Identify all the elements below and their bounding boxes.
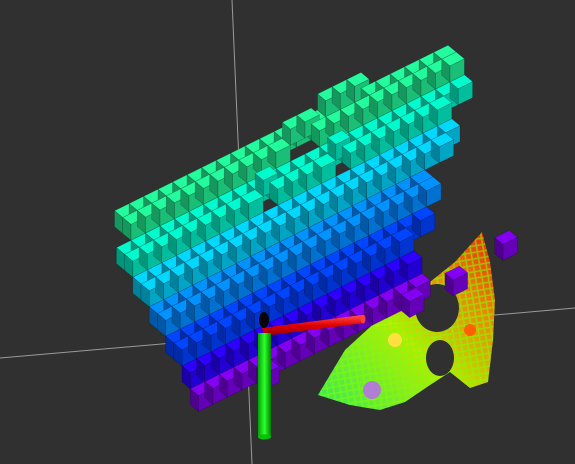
x-axis-cap: [360, 314, 366, 324]
point-cloud-accent: [388, 333, 402, 347]
3d-viewport[interactable]: [0, 0, 575, 464]
point-cloud-hole: [426, 340, 454, 376]
axes-origin: [259, 312, 269, 328]
y-axis-cap: [258, 434, 271, 440]
y-axis: [258, 333, 271, 437]
point-cloud-accent: [464, 324, 476, 336]
scene-canvas[interactable]: [0, 0, 575, 464]
point-cloud-accent: [363, 381, 381, 399]
